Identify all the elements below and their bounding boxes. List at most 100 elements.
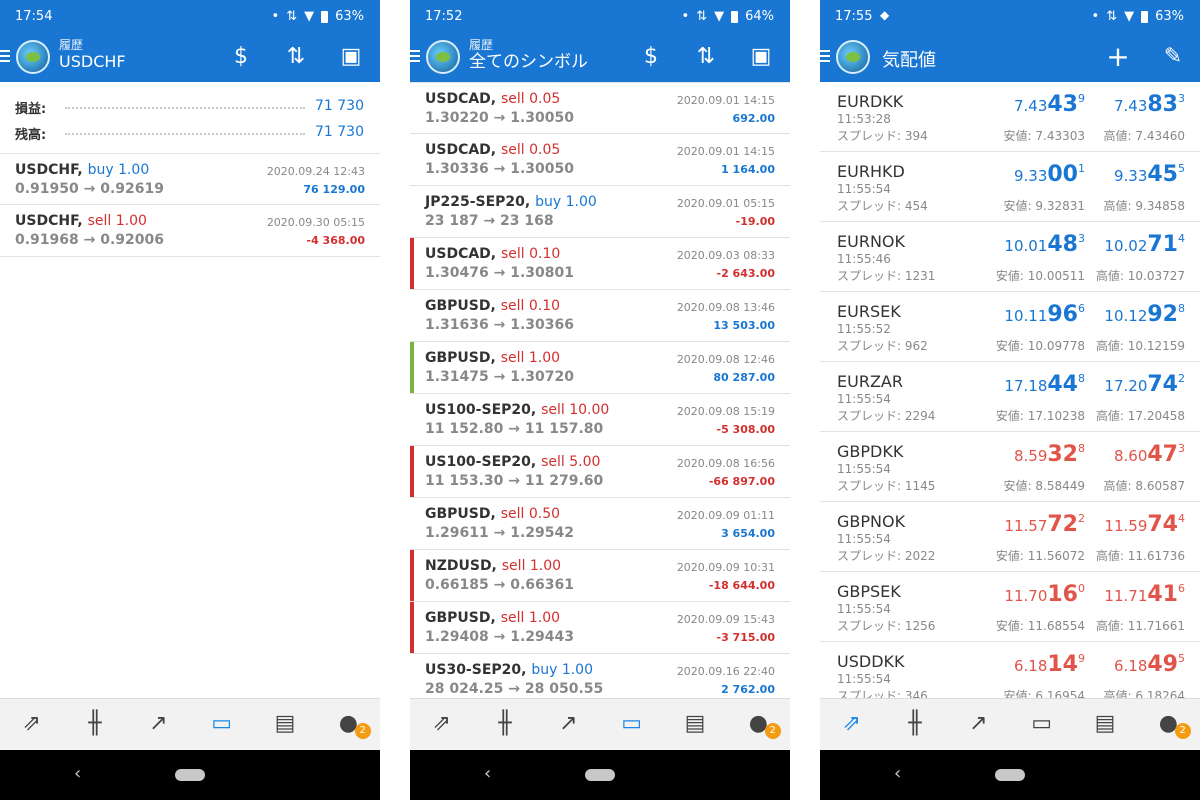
nav-trade-icon[interactable]: ↗	[947, 699, 1010, 750]
quote-spread: スプレッド: 962	[837, 337, 928, 354]
quote-symbol: EURSEK	[837, 302, 901, 321]
bid-price[interactable]: 8.59328	[1014, 442, 1085, 467]
nav-quotes-icon[interactable]: ⇗	[820, 699, 883, 750]
nav-chart-icon[interactable]: ╫	[883, 699, 946, 750]
high-value: 7.43460	[1135, 129, 1185, 143]
menu-icon[interactable]	[820, 50, 830, 65]
trade-row[interactable]: JP225-SEP20, buy 1.00 23 187 → 23 168 2020…	[410, 186, 790, 238]
page-title[interactable]: 気配値	[882, 46, 936, 72]
metatrader-logo-icon[interactable]	[836, 40, 870, 74]
ask-price[interactable]: 10.12928	[1104, 302, 1185, 327]
menu-icon[interactable]	[410, 50, 420, 65]
bid-price[interactable]: 7.43439	[1014, 92, 1085, 117]
nav-history-icon[interactable]: ▭	[600, 699, 663, 750]
bottom-nav: ⇗ ╫ ↗ ▭ ▤ ● 2	[0, 698, 380, 750]
bid-price[interactable]: 11.70160	[1004, 582, 1085, 607]
title-block[interactable]: 履歴 USDCHF	[59, 38, 126, 72]
quote-row[interactable]: EURDKK 11:53:28 スプレッド: 394 7.43439 7.43833 安値…	[820, 82, 1200, 152]
trade-row[interactable]: US30-SEP20, buy 1.00 28 024.25 → 28 050.5…	[410, 654, 790, 698]
back-icon[interactable]: ‹	[484, 763, 491, 784]
nav-history-icon[interactable]: ▭	[1010, 699, 1073, 750]
ask-price[interactable]: 9.33455	[1114, 162, 1185, 187]
quote-row[interactable]: USDDKK 11:55:54 スプレッド: 346 6.18149 6.18495 安値…	[820, 642, 1200, 698]
nav-chat-icon[interactable]: ● 2	[317, 699, 380, 750]
trade-row[interactable]: NZDUSD, sell 1.00 0.66185 → 0.66361 2020.0…	[410, 550, 790, 602]
ask-price[interactable]: 7.43833	[1114, 92, 1185, 117]
high-label: 高値:	[1095, 409, 1124, 423]
back-icon[interactable]: ‹	[894, 763, 901, 784]
ask-price[interactable]: 10.02714	[1104, 232, 1185, 257]
bid-price[interactable]: 17.18448	[1004, 372, 1085, 397]
ask-price-sup: 5	[1178, 652, 1185, 665]
edit-pencil-icon[interactable]: ✎	[1158, 44, 1188, 70]
trade-row[interactable]: USDCAD, sell 0.05 1.30220 → 1.30050 2020.0…	[410, 82, 790, 134]
app-bar: 履歴 USDCHF $ ⇅ ▣	[0, 32, 380, 82]
currency-exchange-icon[interactable]: $	[226, 44, 256, 70]
nav-quotes-icon[interactable]: ⇗	[410, 699, 473, 750]
quote-row[interactable]: EURSEK 11:55:52 スプレッド: 962 10.11966 10.12928…	[820, 292, 1200, 362]
quote-row[interactable]: EURNOK 11:55:46 スプレッド: 1231 10.01483 10.0271…	[820, 222, 1200, 292]
bid-price[interactable]: 9.33001	[1014, 162, 1085, 187]
trade-row[interactable]: GBPUSD, sell 0.50 1.29611 → 1.29542 2020.0…	[410, 498, 790, 550]
nav-chart-icon[interactable]: ╫	[63, 699, 126, 750]
sort-icon[interactable]: ⇅	[281, 44, 311, 70]
chat-badge: 2	[764, 723, 781, 739]
nav-trade-icon[interactable]: ↗	[537, 699, 600, 750]
bid-price[interactable]: 10.01483	[1004, 232, 1085, 257]
trade-row[interactable]: GBPUSD, sell 1.00 1.31475 → 1.30720 2020.0…	[410, 342, 790, 394]
nav-news-icon[interactable]: ▤	[1073, 699, 1136, 750]
nav-news-icon[interactable]: ▤	[663, 699, 726, 750]
spread-label: スプレッド:	[837, 479, 902, 493]
calendar-icon[interactable]: ▣	[746, 44, 776, 70]
menu-icon[interactable]	[0, 50, 10, 65]
quote-low: 安値: 9.32831	[1004, 197, 1086, 214]
back-icon[interactable]: ‹	[74, 763, 81, 784]
ask-price-sup: 4	[1178, 512, 1185, 525]
ask-price[interactable]: 11.71416	[1104, 582, 1185, 607]
ask-price[interactable]: 8.60473	[1114, 442, 1185, 467]
trade-date: 2020.09.08 13:46	[676, 301, 775, 314]
trade-date: 2020.09.08 15:19	[676, 405, 775, 418]
trade-marker	[410, 550, 414, 601]
bid-price[interactable]: 10.11966	[1004, 302, 1085, 327]
home-pill[interactable]	[175, 769, 205, 781]
trade-row[interactable]: US100-SEP20, sell 5.00 11 153.30 → 11 279…	[410, 446, 790, 498]
nav-quotes-icon[interactable]: ⇗	[0, 699, 63, 750]
bid-price[interactable]: 11.57722	[1004, 512, 1085, 537]
title-block[interactable]: 履歴 全てのシンボル	[469, 38, 588, 72]
metatrader-logo-icon[interactable]	[16, 40, 50, 74]
trade-row[interactable]: USDCAD, sell 0.10 1.30476 → 1.30801 2020.0…	[410, 238, 790, 290]
ask-price[interactable]: 11.59744	[1104, 512, 1185, 537]
trade-row[interactable]: USDCHF, sell 1.00 0.91968 → 0.92006 2020.0…	[0, 205, 380, 257]
sort-icon[interactable]: ⇅	[691, 44, 721, 70]
trade-row[interactable]: US100-SEP20, sell 10.00 11 152.80 → 11 15…	[410, 394, 790, 446]
nav-chart-icon[interactable]: ╫	[473, 699, 536, 750]
quote-row[interactable]: EURHKD 11:55:54 スプレッド: 454 9.33001 9.33455 安値…	[820, 152, 1200, 222]
trade-date: 2020.09.09 10:31	[676, 561, 775, 574]
trade-row[interactable]: GBPUSD, sell 0.10 1.31636 → 1.30366 2020.0…	[410, 290, 790, 342]
trade-row[interactable]: USDCAD, sell 0.05 1.30336 → 1.30050 2020.0…	[410, 134, 790, 186]
home-pill[interactable]	[585, 769, 615, 781]
add-icon[interactable]: +	[1103, 43, 1133, 71]
quote-row[interactable]: GBPNOK 11:55:54 スプレッド: 2022 11.57722 11.5974…	[820, 502, 1200, 572]
quote-row[interactable]: GBPDKK 11:55:54 スプレッド: 1145 8.59328 8.60473 安…	[820, 432, 1200, 502]
ask-price[interactable]: 17.20742	[1104, 372, 1185, 397]
trade-row[interactable]: USDCHF, buy 1.00 0.91950 → 0.92619 2020.09…	[0, 153, 380, 205]
quote-row[interactable]: EURZAR 11:55:54 スプレッド: 2294 17.18448 17.2074…	[820, 362, 1200, 432]
nav-trade-icon[interactable]: ↗	[127, 699, 190, 750]
bid-price[interactable]: 6.18149	[1014, 652, 1085, 677]
nav-chat-icon[interactable]: ● 2	[1137, 699, 1200, 750]
home-pill[interactable]	[995, 769, 1025, 781]
nav-chat-icon[interactable]: ● 2	[727, 699, 790, 750]
high-value: 11.61736	[1127, 549, 1185, 563]
trade-row[interactable]: GBPUSD, sell 1.00 1.29408 → 1.29443 2020.0…	[410, 602, 790, 654]
nav-history-icon[interactable]: ▭	[190, 699, 253, 750]
nav-news-icon[interactable]: ▤	[253, 699, 316, 750]
quote-row[interactable]: GBPSEK 11:55:54 スプレッド: 1256 11.70160 11.7141…	[820, 572, 1200, 642]
calendar-icon[interactable]: ▣	[336, 44, 366, 70]
currency-exchange-icon[interactable]: $	[636, 44, 666, 70]
history-content: 損益: 71 730 残高: 71 730 USDCHF, buy 1.00 0.…	[0, 82, 380, 698]
quote-time: 11:55:54	[837, 182, 891, 196]
metatrader-logo-icon[interactable]	[426, 40, 460, 74]
ask-price[interactable]: 6.18495	[1114, 652, 1185, 677]
